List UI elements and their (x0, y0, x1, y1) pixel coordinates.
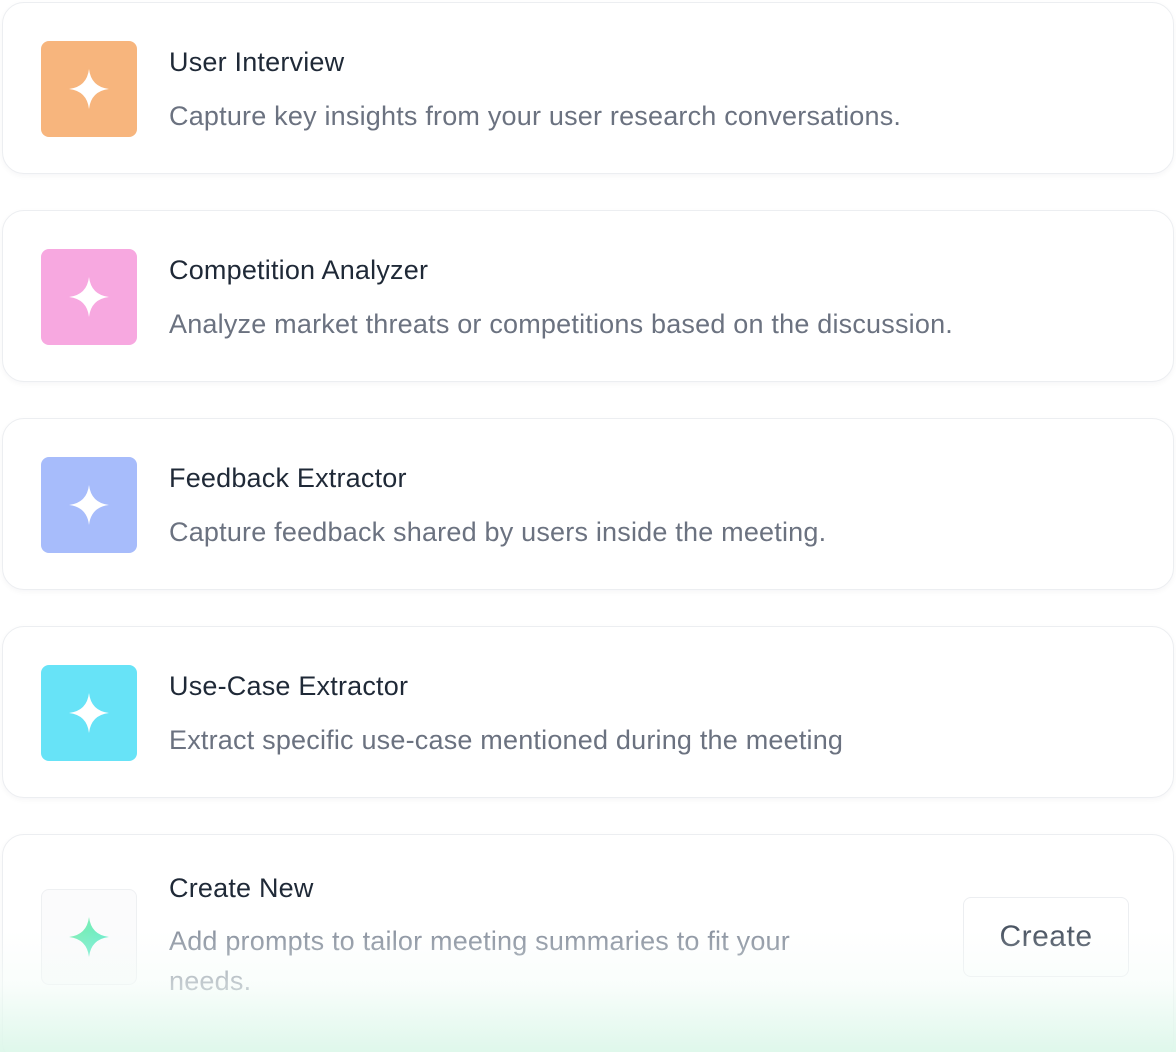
template-description: Extract specific use-case mentioned duri… (169, 725, 844, 755)
gradient-sparkle-icon (68, 916, 110, 958)
template-title: Competition Analyzer (169, 255, 429, 285)
template-title: User Interview (169, 47, 345, 77)
template-icon-tile (41, 665, 137, 761)
template-card-use-case-extractor[interactable]: Use-Case Extractor Extract specific use-… (2, 626, 1174, 798)
template-card-feedback-extractor[interactable]: Feedback Extractor Capture feedback shar… (2, 418, 1174, 590)
template-card-user-interview[interactable]: User Interview Capture key insights from… (2, 2, 1174, 174)
template-title: Use-Case Extractor (169, 671, 409, 701)
template-icon-tile (41, 249, 137, 345)
sparkle-icon (68, 692, 110, 734)
create-button[interactable]: Create (963, 897, 1129, 977)
template-icon-tile (41, 41, 137, 137)
sparkle-icon (68, 276, 110, 318)
sparkle-icon (68, 484, 110, 526)
template-title: Feedback Extractor (169, 463, 407, 493)
create-new-card: Create New Add prompts to tailor meeting… (2, 834, 1174, 1052)
create-new-icon-tile (41, 889, 137, 985)
templates-page: User Interview Capture key insights from… (0, 0, 1176, 1052)
template-description: Capture feedback shared by users inside … (169, 517, 827, 547)
template-icon-tile (41, 457, 137, 553)
template-description: Capture key insights from your user rese… (169, 101, 902, 131)
sparkle-icon (68, 68, 110, 110)
template-description: Analyze market threats or competitions b… (169, 309, 953, 339)
create-new-title: Create New (169, 873, 314, 903)
template-card-competition-analyzer[interactable]: Competition Analyzer Analyze market thre… (2, 210, 1174, 382)
create-new-description: Add prompts to tailor meeting summaries … (169, 926, 790, 996)
